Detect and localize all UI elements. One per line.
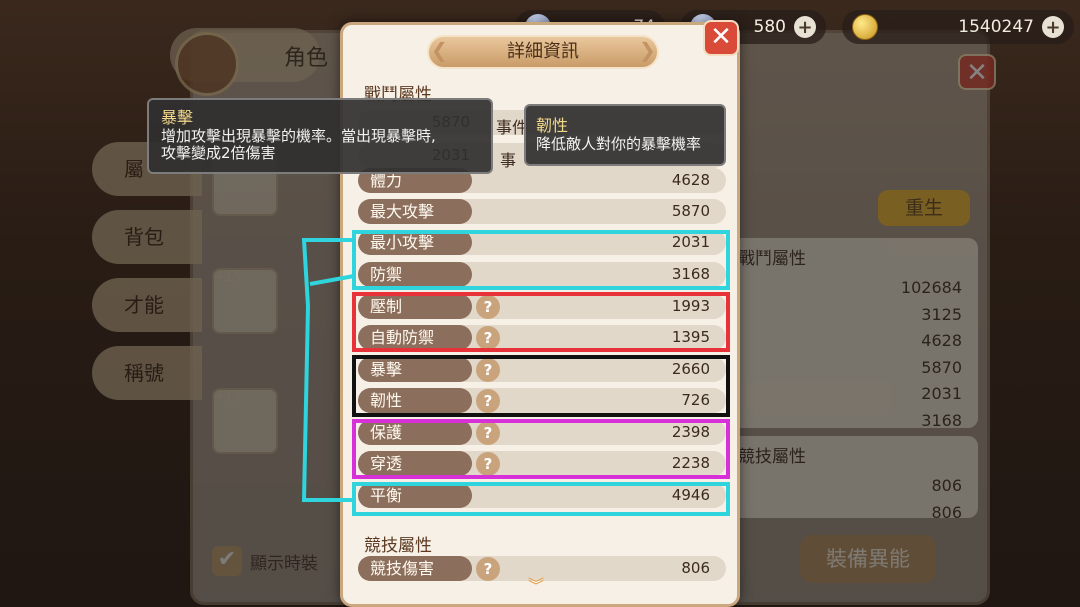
stat-label: 最大攻擊: [358, 199, 472, 224]
tooltip-title: 韌性: [536, 116, 569, 135]
tooltip-text: 降低敵人對你的暴擊機率: [536, 135, 702, 153]
stat-label: 競技傷害: [358, 556, 472, 581]
tooltip-title: 暴擊: [161, 108, 194, 127]
zeny-value: 1540247: [958, 17, 1034, 37]
highlight-box-balance: [352, 482, 730, 516]
highlight-box-suppress: [352, 292, 730, 352]
bracket-connector: [301, 238, 355, 502]
highlight-box-attack-defense: [352, 230, 730, 290]
tooltip-toughness: 韌性 降低敵人對你的暴擊機率: [524, 104, 726, 166]
highlight-box-protect: [352, 419, 730, 479]
highlight-box-crit: [352, 355, 730, 417]
dialog-title: 詳細資訊: [427, 35, 659, 69]
coin-icon: [852, 14, 878, 40]
scroll-down-icon[interactable]: ︾: [528, 572, 544, 596]
currency-zeny: 1540247 +: [842, 10, 1074, 44]
right-ornament-icon: ❯: [639, 38, 656, 62]
add-zeny-button[interactable]: +: [1042, 16, 1064, 38]
stat-value: 806: [681, 559, 710, 577]
stat-value: 4628: [671, 171, 710, 189]
dialog-close-button[interactable]: ✕: [703, 20, 739, 56]
arena-section-title: 競技屬性: [364, 536, 432, 556]
tooltip-text: 攻擊變成2倍傷害: [161, 144, 276, 162]
tooltip-text: 增加攻擊出現暴擊的機率。當出現暴擊時,: [161, 127, 436, 145]
left-ornament-icon: ❮: [431, 38, 448, 62]
add-gems-button[interactable]: +: [794, 16, 816, 38]
tooltip-crit: 暴擊 增加攻擊出現暴擊的機率。當出現暴擊時, 攻擊變成2倍傷害: [147, 98, 493, 174]
help-icon[interactable]: ?: [476, 557, 500, 581]
stat-value: 5870: [671, 202, 710, 220]
